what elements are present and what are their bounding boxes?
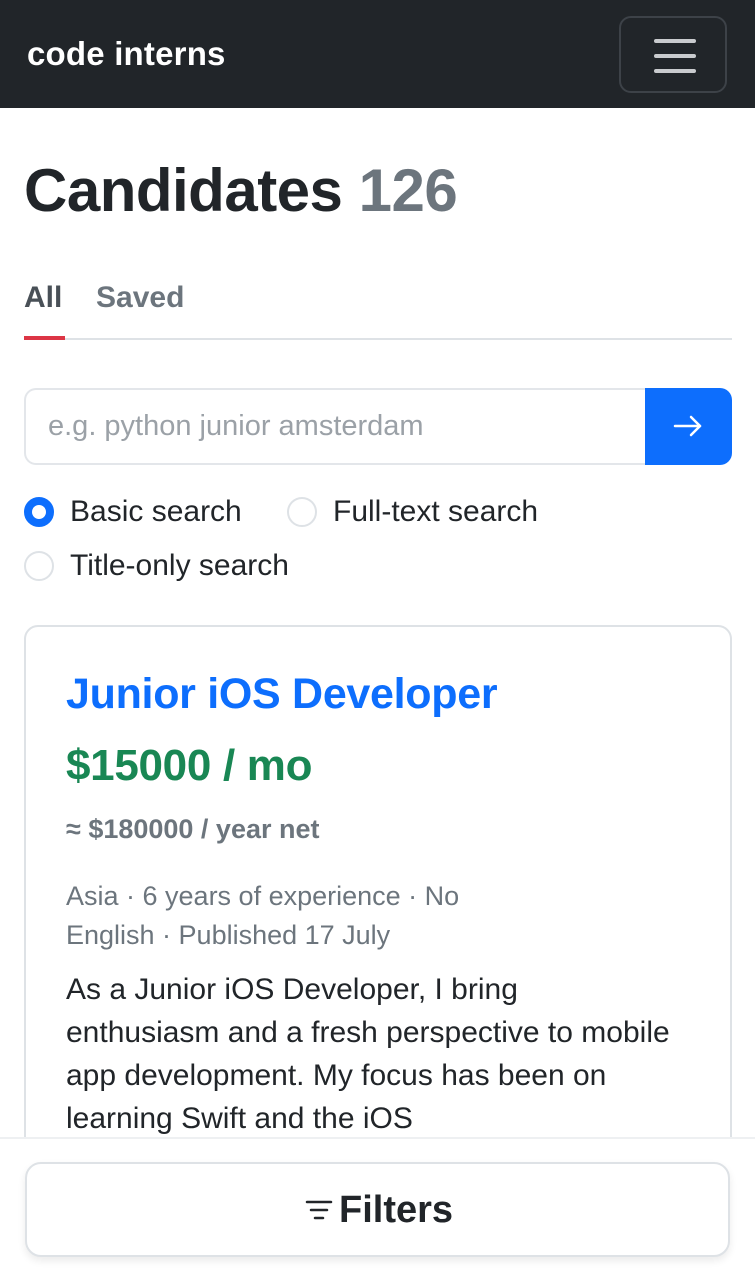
- radio-full-text-search[interactable]: [287, 497, 317, 527]
- search-submit-button[interactable]: [645, 388, 732, 465]
- filters-button-label: Filters: [339, 1189, 454, 1231]
- candidate-meta: Asia · 6 years of experience · No Englis…: [66, 881, 460, 950]
- search-input[interactable]: [24, 388, 646, 465]
- bottom-action-bar: Filters: [0, 1137, 755, 1280]
- radio-title-only-search[interactable]: [24, 551, 54, 581]
- radio-full-text-search-label[interactable]: Full-text search: [333, 494, 538, 530]
- salary-yearly: ≈ $180000 / year net: [66, 814, 320, 844]
- tab-saved[interactable]: Saved: [96, 280, 184, 316]
- hamburger-menu-icon-bar: [654, 54, 696, 58]
- radio-basic-search-label[interactable]: Basic search: [70, 494, 242, 530]
- filter-icon: [305, 1200, 333, 1220]
- candidate-tabs: All Saved: [24, 274, 732, 340]
- brand-logo[interactable]: code interns: [27, 34, 226, 74]
- candidates-count: 126: [358, 157, 458, 224]
- candidate-description: As a Junior iOS Developer, I bring enthu…: [66, 973, 670, 1135]
- hamburger-menu-icon: [654, 39, 696, 43]
- tab-all[interactable]: All: [24, 280, 62, 316]
- filters-button[interactable]: Filters: [25, 1162, 730, 1257]
- candidate-title-link[interactable]: Junior iOS Developer: [66, 669, 498, 719]
- radio-basic-search[interactable]: [24, 497, 54, 527]
- arrow-right-icon: [673, 415, 702, 437]
- active-tab-indicator: [24, 336, 65, 340]
- menu-toggle-button[interactable]: [619, 16, 727, 93]
- hamburger-menu-icon-bar: [654, 69, 696, 73]
- top-navbar: code interns: [0, 0, 755, 108]
- radio-title-only-search-label[interactable]: Title-only search: [70, 548, 289, 584]
- page-title: Candidates 126: [24, 156, 458, 226]
- page-title-text: Candidates: [24, 157, 343, 224]
- salary-monthly: $15000 / mo: [66, 741, 313, 790]
